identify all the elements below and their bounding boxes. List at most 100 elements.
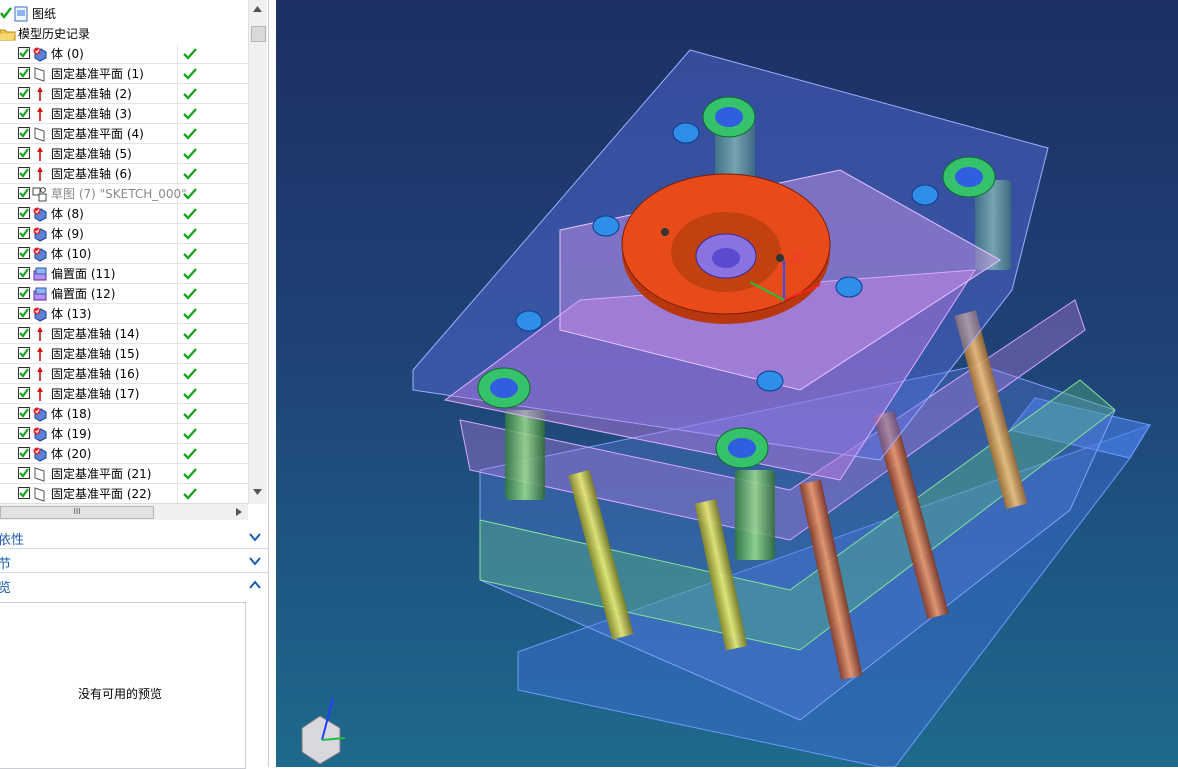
scroll-right-icon[interactable]	[236, 508, 242, 516]
visibility-checkbox[interactable]	[18, 427, 30, 439]
wcs-zc-label: ZC	[790, 252, 806, 265]
visibility-checkbox[interactable]	[18, 447, 30, 459]
section-title: 依性	[0, 533, 25, 548]
visibility-checkbox[interactable]	[18, 327, 30, 339]
body-icon	[32, 226, 48, 242]
visibility-checkbox[interactable]	[18, 287, 30, 299]
tree-row[interactable]: 固定基准平面 (22)	[0, 484, 248, 504]
tree-row[interactable]: 固定基准轴 (15)	[0, 344, 248, 364]
tree-row[interactable]: 体 (19)	[0, 424, 248, 444]
tree-horizontal-scrollbar[interactable]: III	[0, 503, 248, 520]
visibility-checkbox[interactable]	[18, 87, 30, 99]
tree-row-label: 固定基准轴 (17)	[51, 387, 140, 401]
chevron-down-icon[interactable]	[248, 530, 262, 544]
tree-row[interactable]: 体 (20)	[0, 444, 248, 464]
tree-row-label: 固定基准轴 (2)	[51, 87, 132, 101]
tree-row[interactable]: 固定基准平面 (1)	[0, 64, 248, 84]
tree-row-label: 偏置面 (11)	[51, 267, 116, 281]
visibility-checkbox[interactable]	[18, 107, 30, 119]
check-icon	[183, 88, 197, 100]
datum-axis-icon	[32, 106, 48, 122]
datum-axis-icon	[32, 386, 48, 402]
scroll-down-icon[interactable]	[253, 489, 262, 495]
tree-row-label: 固定基准轴 (16)	[51, 367, 140, 381]
visibility-checkbox[interactable]	[18, 387, 30, 399]
visibility-checkbox[interactable]	[18, 127, 30, 139]
check-icon	[183, 468, 197, 480]
tree-row-label: 体 (19)	[51, 427, 92, 441]
tree-row[interactable]: 固定基准轴 (2)	[0, 84, 248, 104]
visibility-checkbox[interactable]	[18, 167, 30, 179]
section-preview[interactable]: 览	[0, 574, 268, 596]
visibility-checkbox[interactable]	[18, 147, 30, 159]
tree-row[interactable]: 固定基准轴 (3)	[0, 104, 248, 124]
tree-node-model-history[interactable]: 模型历史记录	[0, 24, 248, 44]
visibility-checkbox[interactable]	[18, 47, 30, 59]
tree-row[interactable]: 固定基准轴 (16)	[0, 364, 248, 384]
visibility-checkbox[interactable]	[18, 407, 30, 419]
scroll-thumb[interactable]	[251, 26, 266, 42]
visibility-checkbox[interactable]	[18, 227, 30, 239]
tree-row[interactable]: 体 (8)	[0, 204, 248, 224]
check-icon	[183, 328, 197, 340]
section-dependency[interactable]: 依性	[0, 526, 268, 549]
visibility-checkbox[interactable]	[18, 487, 30, 499]
tree-row-label: 固定基准平面 (21)	[51, 467, 152, 481]
tree-row[interactable]: 体 (13)	[0, 304, 248, 324]
check-icon	[183, 228, 197, 240]
body-icon	[32, 206, 48, 222]
check-icon	[183, 268, 197, 280]
tree-row-label: 体 (0)	[51, 47, 84, 61]
graphics-viewport[interactable]: ZC	[276, 0, 1178, 767]
check-icon	[183, 348, 197, 360]
section-details[interactable]: 节	[0, 550, 268, 573]
scroll-up-icon[interactable]	[253, 6, 262, 12]
tree-row-label: 体 (8)	[51, 207, 84, 221]
visibility-checkbox[interactable]	[18, 347, 30, 359]
visibility-checkbox[interactable]	[18, 207, 30, 219]
tree-vertical-scrollbar[interactable]	[248, 0, 267, 504]
mold-assembly-model[interactable]: ZC	[276, 0, 1178, 767]
visibility-checkbox[interactable]	[18, 267, 30, 279]
chevron-up-icon[interactable]	[248, 578, 262, 592]
tree-row[interactable]: 固定基准轴 (17)	[0, 384, 248, 404]
tree-row-label: 固定基准轴 (3)	[51, 107, 132, 121]
tree-row[interactable]: 固定基准平面 (21)	[0, 464, 248, 484]
tree-row-label: 固定基准平面 (22)	[51, 487, 152, 501]
sketch-icon	[32, 186, 48, 202]
tree-row[interactable]: 固定基准平面 (4)	[0, 124, 248, 144]
tree-row[interactable]: 偏置面 (11)	[0, 264, 248, 284]
tree-row[interactable]: 偏置面 (12)	[0, 284, 248, 304]
check-icon	[183, 308, 197, 320]
datum-axis-icon	[32, 166, 48, 182]
tree-row[interactable]: 体 (9)	[0, 224, 248, 244]
scroll-thumb[interactable]: III	[0, 506, 154, 519]
view-triad-cube[interactable]	[301, 697, 346, 765]
tree-row[interactable]: 固定基准轴 (6)	[0, 164, 248, 184]
tree-row-label: 体 (13)	[51, 307, 92, 321]
visibility-checkbox[interactable]	[18, 67, 30, 79]
tree-row-label: 固定基准轴 (5)	[51, 147, 132, 161]
visibility-checkbox[interactable]	[18, 467, 30, 479]
datum-axis-icon	[32, 146, 48, 162]
datum-plane-icon	[32, 486, 48, 502]
tree-node-label: 图纸	[32, 7, 57, 21]
check-icon	[183, 248, 197, 260]
tree-node-drawing[interactable]: 图纸	[0, 4, 248, 24]
visibility-checkbox[interactable]	[18, 187, 30, 199]
tree-row[interactable]: 体 (0)	[0, 44, 248, 64]
visibility-checkbox[interactable]	[18, 367, 30, 379]
model-tree[interactable]: 图纸 模型历史记录 体 (0) 固定基准平面 (1) 固定基准轴 (2) 固定基准轴 …	[0, 0, 268, 504]
check-icon	[183, 68, 197, 80]
tree-row-label: 固定基准轴 (15)	[51, 347, 140, 361]
drawing-icon	[14, 6, 28, 22]
visibility-checkbox[interactable]	[18, 247, 30, 259]
visibility-checkbox[interactable]	[18, 307, 30, 319]
tree-row[interactable]: 体 (10)	[0, 244, 248, 264]
tree-row[interactable]: 固定基准轴 (14)	[0, 324, 248, 344]
tree-row[interactable]: 草图 (7) "SKETCH_000"	[0, 184, 248, 204]
check-icon	[183, 448, 197, 460]
tree-row[interactable]: 体 (18)	[0, 404, 248, 424]
chevron-down-icon[interactable]	[248, 554, 262, 568]
tree-row[interactable]: 固定基准轴 (5)	[0, 144, 248, 164]
